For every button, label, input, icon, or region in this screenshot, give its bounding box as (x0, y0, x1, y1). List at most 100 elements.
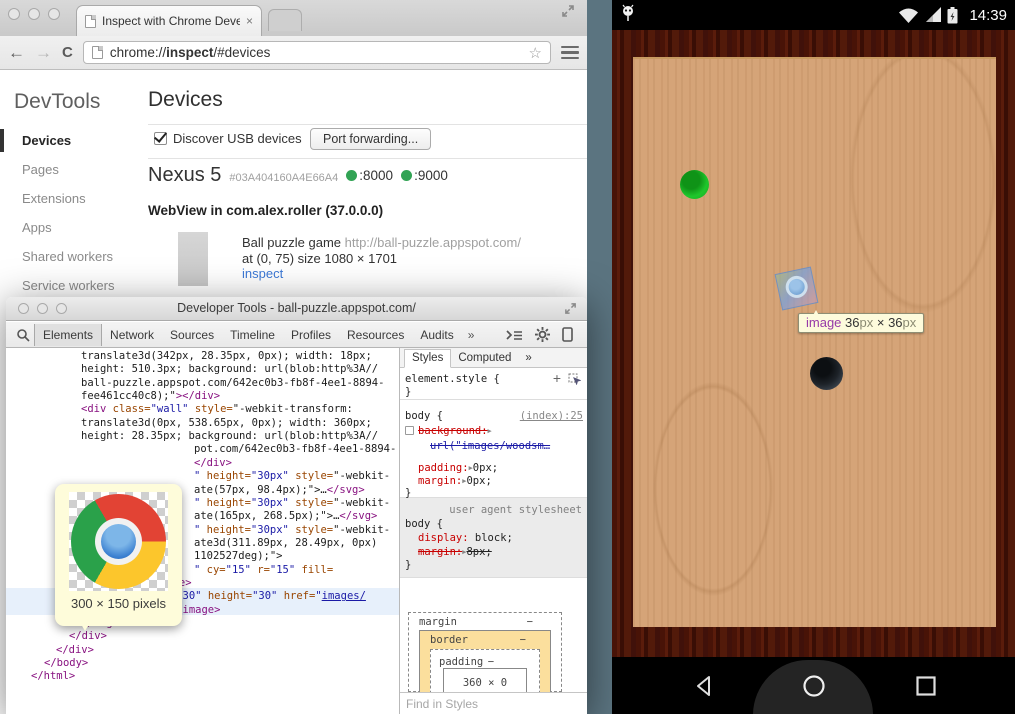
android-back-button[interactable] (692, 674, 716, 698)
element-style-section[interactable]: element.style { + } (400, 368, 587, 400)
back-button[interactable]: ← (8, 43, 25, 63)
code-line[interactable]: " height="30px" style="-webkit- (194, 497, 390, 510)
devtools-tab-audits[interactable]: Audits (412, 324, 461, 346)
elements-panel[interactable]: translate3d(342px, 28.35px, 0px); width:… (6, 348, 399, 714)
tab-close-icon[interactable]: × (246, 14, 253, 28)
code-line[interactable]: height: 510.3px; background: url(blob:ht… (81, 363, 378, 376)
code-line[interactable]: fee461cc40c8);"></div> (81, 390, 220, 403)
page-title: Devices (148, 88, 223, 112)
discover-usb-label: Discover USB devices (173, 131, 302, 146)
forward-button[interactable]: → (35, 43, 52, 63)
browser-tab[interactable]: Inspect with Chrome Devel × (76, 5, 262, 36)
devtools-tab-profiles[interactable]: Profiles (283, 324, 339, 346)
inspect-element-icon[interactable] (16, 328, 30, 342)
bookmark-star-icon[interactable]: ☆ (529, 44, 542, 62)
devtools-tab-elements[interactable]: Elements (34, 324, 102, 346)
rule-selector: body { (405, 410, 443, 422)
port-forwarding-button[interactable]: Port forwarding... (310, 128, 431, 150)
page-favicon (85, 15, 96, 28)
devtools-titlebar[interactable]: Developer Tools - ball-puzzle.appspot.co… (6, 297, 587, 321)
property-toggle-checkbox[interactable] (405, 426, 414, 435)
code-line[interactable]: pot.com/642ec0b3-fb8f-4ee1-8894- (194, 443, 396, 456)
code-line[interactable]: <div class="wall" style="-webkit-transfo… (81, 403, 353, 416)
zoom-window-button[interactable] (48, 8, 60, 20)
code-line[interactable]: </html> (31, 670, 75, 683)
css-property: background:▶ (418, 425, 492, 437)
code-line[interactable]: translate3d(0px, 538.65px, 0px); width: … (81, 417, 372, 430)
code-line[interactable]: translate3d(342px, 28.35px, 0px); width:… (81, 350, 372, 363)
sidebar-item-service-workers[interactable]: Service workers (0, 271, 148, 300)
android-status-bar: 14:39 (612, 0, 1015, 30)
port-status-icon (346, 170, 357, 181)
expand-window-icon[interactable] (561, 4, 575, 18)
code-line[interactable]: 1102527deg);"> (194, 550, 283, 563)
devtools-tab-strip: ElementsNetworkSourcesTimelineProfilesRe… (34, 324, 462, 346)
devtools-tab-sources[interactable]: Sources (162, 324, 222, 346)
code-line[interactable]: " cy="15" r="15" fill= (194, 564, 333, 577)
android-screen: 14:39 image 36px × 36px (612, 0, 1015, 714)
chrome-menu-icon[interactable] (561, 46, 579, 60)
more-tabs-icon[interactable]: » (462, 328, 481, 342)
code-line[interactable]: height: 28.35px; background: url(blob:ht… (81, 430, 378, 443)
page-item-geometry: at (0, 75) size 1080 × 1701 (242, 251, 397, 266)
code-line[interactable]: </div> (194, 457, 232, 470)
battery-charging-icon (947, 7, 958, 24)
code-line[interactable]: </div> (56, 644, 94, 657)
cellular-signal-icon (924, 7, 942, 23)
chrome-icon-piece-highlighted[interactable] (776, 268, 818, 310)
code-line[interactable]: " height="30px" style="-webkit- (194, 470, 390, 483)
code-line[interactable]: " height="30px" style="-webkit- (194, 524, 390, 537)
rule-selector: body { (405, 518, 443, 530)
styles-tab-more[interactable]: » (518, 350, 538, 367)
css-property: margin:▶0px; (418, 475, 492, 487)
green-ball[interactable] (680, 170, 709, 199)
code-line[interactable]: ate3d(311.89px, 28.49px, 0px) (194, 537, 377, 550)
settings-gear-icon[interactable] (535, 327, 550, 342)
sidebar-item-shared-workers[interactable]: Shared workers (0, 242, 148, 271)
inspect-link[interactable]: inspect (242, 266, 283, 281)
android-home-button[interactable] (802, 674, 826, 698)
wifi-icon (898, 7, 919, 24)
console-drawer-icon[interactable] (506, 329, 523, 341)
code-line[interactable]: ate(165px, 268.5px);">…</svg> (194, 510, 377, 523)
styles-sidebar: StylesComputed» element.style { + } body… (400, 348, 587, 714)
code-line[interactable]: ball-puzzle.appspot.com/642ec0b3-fb8f-4e… (81, 377, 384, 390)
sidebar-item-devices[interactable]: Devices (0, 126, 148, 155)
address-bar[interactable]: chrome://inspect/#devices ☆ (83, 41, 551, 64)
android-recents-button[interactable] (914, 674, 938, 698)
reload-button[interactable]: C (62, 44, 73, 61)
devtools-tab-resources[interactable]: Resources (339, 324, 412, 346)
rule-close: } (405, 559, 411, 571)
new-tab-button[interactable] (268, 9, 302, 31)
sidebar-item-apps[interactable]: Apps (0, 213, 148, 242)
inspect-cursor-icon[interactable] (568, 373, 581, 385)
code-line[interactable]: </body> (44, 657, 88, 670)
ball-puzzle-game: image 36px × 36px (612, 30, 1015, 657)
device-mode-icon[interactable] (562, 327, 573, 342)
user-agent-rule-section: user agent stylesheet body { display: bl… (400, 498, 587, 578)
element-style-close: } (405, 386, 411, 398)
new-style-rule-icon[interactable]: + (553, 370, 561, 386)
sidebar-item-pages[interactable]: Pages (0, 155, 148, 184)
close-window-button[interactable] (8, 8, 20, 20)
expand-window-icon[interactable] (564, 302, 577, 315)
devtools-tab-timeline[interactable]: Timeline (222, 324, 283, 346)
stylesheet-source-link[interactable]: (index):25 (520, 410, 583, 422)
url-text[interactable]: chrome://inspect/#devices (110, 45, 271, 60)
box-model-diagram[interactable]: margin− border− padding − 360 × 0 (408, 612, 562, 692)
dark-ball[interactable] (810, 357, 843, 390)
discover-usb-checkbox[interactable] (154, 132, 167, 145)
image-dimensions-label: 300 × 150 pixels (55, 596, 182, 611)
discover-usb-row: Discover USB devices (154, 131, 302, 146)
devtools-tab-network[interactable]: Network (102, 324, 162, 346)
devtools-window: Developer Tools - ball-puzzle.appspot.co… (6, 297, 587, 714)
minimize-window-button[interactable] (28, 8, 40, 20)
body-rule-section[interactable]: body { (index):25 background:▶ url("imag… (400, 400, 587, 498)
styles-tab-styles[interactable]: Styles (404, 349, 451, 368)
styles-tab-computed[interactable]: Computed (451, 350, 518, 367)
sidebar-item-extensions[interactable]: Extensions (0, 184, 148, 213)
find-in-styles-input[interactable]: Find in Styles (400, 692, 587, 714)
code-line[interactable]: ate(57px, 98.4px);">…</svg> (194, 484, 365, 497)
browser-toolbar: ← → C chrome://inspect/#devices ☆ (0, 36, 587, 70)
game-board[interactable]: image 36px × 36px (633, 57, 996, 627)
